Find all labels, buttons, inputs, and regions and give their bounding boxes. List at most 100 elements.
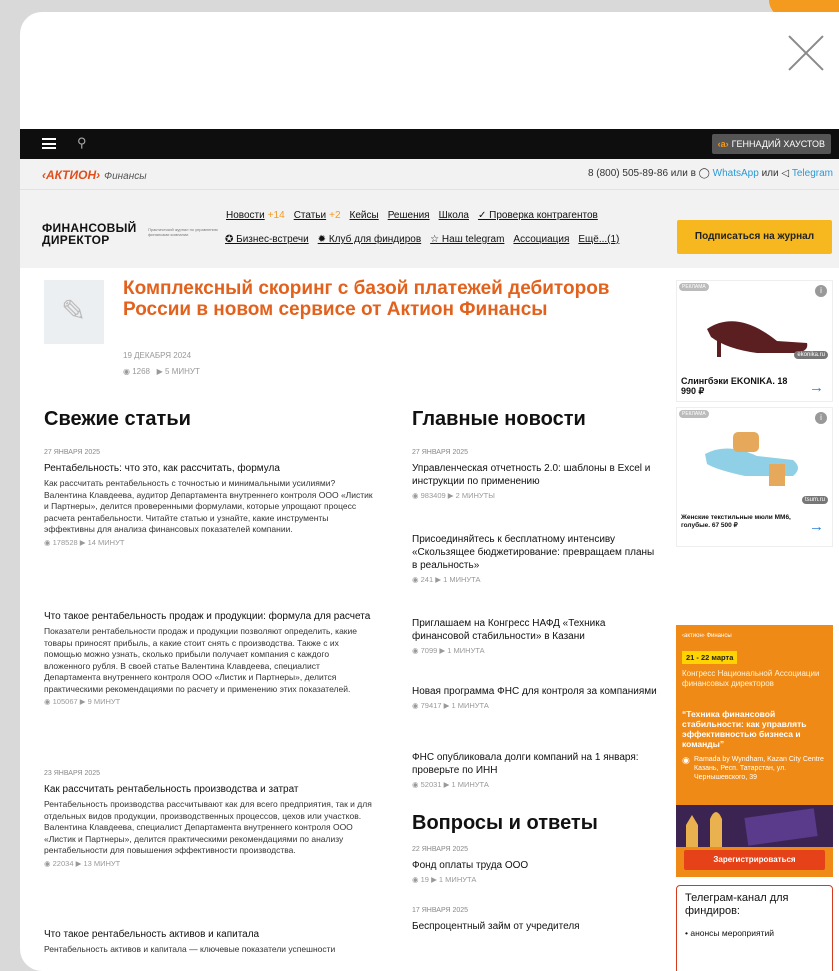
list-item[interactable]: 23 ЯНВАРЯ 2025 Как рассчитать рентабельно…: [44, 770, 374, 868]
item-date: 27 ЯНВАРЯ 2025: [44, 449, 101, 456]
views-count: 983409: [420, 491, 446, 500]
read-time: 14 МИНУТ: [87, 537, 125, 547]
whatsapp-link[interactable]: WhatsApp: [713, 168, 759, 179]
item-title[interactable]: Приглашаем на Конгресс НАФД «Техника фин…: [412, 617, 657, 643]
subscribe-button[interactable]: Подписаться на журнал: [677, 220, 832, 254]
nav-link[interactable]: Школа: [439, 210, 469, 221]
modal-window: ⚲ ‹a› ГЕННАДИЙ ХАУСТОВ ‹АКТИОН› Финансы 8 …: [20, 12, 839, 971]
register-button[interactable]: Зарегистрироваться: [684, 850, 825, 870]
nav-link[interactable]: Новости: [226, 210, 265, 221]
read-time: 2 МИНУТЫ: [455, 491, 495, 500]
item-desc: Как рассчитать рентабельность с точность…: [44, 478, 373, 534]
user-button[interactable]: ‹a› ГЕННАДИЙ ХАУСТОВ: [711, 134, 831, 154]
nav-link[interactable]: ☆ Наш telegram: [430, 234, 504, 245]
top-bar: ⚲ ‹a› ГЕННАДИЙ ХАУСТОВ: [20, 129, 839, 159]
item-title[interactable]: Новая программа ФНС для контроля за комп…: [412, 685, 657, 698]
arrow-right-icon[interactable]: →: [809, 379, 824, 396]
read-time: 1 МИНУТА: [438, 875, 477, 884]
item-stats: ◉ 52031 ▶ 1 МИНУТА: [412, 780, 489, 789]
nav-link[interactable]: Ассоциация: [513, 234, 569, 245]
search-icon[interactable]: ⚲: [77, 135, 87, 151]
arrow-right-icon[interactable]: →: [809, 518, 824, 535]
item-desc: Рентабельность активов и капитала — ключ…: [44, 944, 336, 954]
list-item[interactable]: Новая программа ФНС для контроля за комп…: [412, 685, 657, 710]
list-item[interactable]: Присоединяйтесь к бесплатному интенсиву …: [412, 533, 657, 584]
ad-card-1[interactable]: РЕКЛАМА i ekonika.ru Слингбэки EKONIKA. …: [676, 280, 833, 402]
nav-count: +14: [267, 210, 285, 221]
item-stats: ◉ 7099 ▶ 1 МИНУТА: [412, 646, 485, 655]
item-title[interactable]: Присоединяйтесь к бесплатному интенсиву …: [412, 533, 657, 572]
item-title[interactable]: Как рассчитать рентабельность производст…: [44, 783, 374, 796]
logo-subtitle: Практический журнал по управлению финанс…: [148, 227, 218, 237]
item-title[interactable]: ФНС опубликовала долги компаний на 1 янв…: [412, 751, 657, 777]
list-item[interactable]: ФНС опубликовала долги компаний на 1 янв…: [412, 751, 657, 789]
item-title[interactable]: Что такое рентабельность продаж и продук…: [44, 610, 374, 623]
list-item[interactable]: 27 ЯНВАРЯ 2025 Рентабельность: что это, к…: [44, 449, 374, 547]
views-count: 79417: [420, 701, 442, 710]
item-desc: Рентабельность производства рассчитывают…: [44, 799, 372, 855]
item-title[interactable]: Беспроцентный займ от учредителя: [412, 920, 657, 933]
list-item[interactable]: 27 ЯНВАРЯ 2025 Управленческая отчетность …: [412, 449, 657, 500]
menu-icon[interactable]: [42, 138, 56, 149]
shoe-image: [705, 432, 798, 486]
telegram-link[interactable]: Telegram: [792, 168, 833, 179]
read-time: 1 МИНУТА: [443, 575, 481, 584]
ad-title: Женские текстильные мюли ММ6, голубые. 6…: [681, 514, 791, 529]
banner-dates: 21 - 22 марта: [682, 651, 738, 664]
item-title[interactable]: Фонд оплаты труда ООО: [412, 859, 657, 872]
info-icon[interactable]: i: [815, 412, 827, 424]
site-logo[interactable]: ФИНАНСОВЫЙ ДИРЕКТОР: [42, 222, 137, 246]
item-stats: ◉ 178528 ▶ 14 МИНУТ: [44, 537, 125, 547]
list-item[interactable]: Что такое рентабельность продаж и продук…: [44, 610, 374, 706]
list-item[interactable]: Приглашаем на Конгресс НАФД «Техника фин…: [412, 617, 657, 655]
nav-link[interactable]: Статьи: [294, 210, 326, 221]
fresh-heading: Свежие статьи: [44, 408, 191, 430]
nav-row-2: ✪ Бизнес-встречи ✹ Клуб для финдиров ☆ Наш…: [225, 234, 628, 245]
main-nav: ФИНАНСОВЫЙ ДИРЕКТОР Практический журнал п…: [20, 190, 839, 268]
banner-place: Ramada by Wyndham, Kazan City Centre Каз…: [694, 756, 824, 781]
item-desc: Показатели рентабельности продаж и проду…: [44, 626, 357, 694]
item-title[interactable]: Управленческая отчетность 2.0: шаблоны в…: [412, 462, 657, 488]
featured-thumbnail[interactable]: [44, 280, 104, 344]
location-icon: ◉: [682, 755, 690, 765]
nav-link[interactable]: Кейсы: [350, 210, 379, 221]
ad-source: tsum.ru: [801, 496, 828, 504]
item-stats: ◉ 22034 ▶ 13 МИНУТ: [44, 858, 121, 868]
aktion-logo[interactable]: ‹АКТИОН› Финансы: [42, 168, 147, 182]
nav-link[interactable]: ✹ Клуб для финдиров: [318, 234, 422, 245]
featured-title[interactable]: Комплексный скоринг с базой платежей деб…: [123, 278, 643, 320]
views-count: 241: [420, 575, 434, 584]
telegram-title: Телеграм-канал для финдиров:: [685, 892, 789, 917]
qa-heading: Вопросы и ответы: [412, 812, 598, 834]
ad-badge: РЕКЛАМА: [679, 283, 709, 291]
views-count: 178528: [52, 537, 78, 547]
nav-link[interactable]: Решения: [388, 210, 430, 221]
list-item[interactable]: Что такое рентабельность активов и капит…: [44, 928, 374, 956]
list-item[interactable]: 22 ЯНВАРЯ 2025 Фонд оплаты труда ООО ◉ 19 …: [412, 846, 657, 884]
item-title[interactable]: Рентабельность: что это, как рассчитать,…: [44, 462, 374, 475]
item-stats: ◉ 79417 ▶ 1 МИНУТА: [412, 701, 489, 710]
whatsapp-icon[interactable]: ◯: [699, 168, 710, 179]
item-title[interactable]: Что такое рентабельность активов и капит…: [44, 928, 374, 941]
item-date: 17 ЯНВАРЯ 2025: [412, 907, 469, 914]
nav-link[interactable]: ✓ Проверка контрагентов: [478, 210, 598, 221]
info-icon[interactable]: i: [815, 285, 827, 297]
nav-link[interactable]: ✪ Бизнес-встречи: [225, 234, 309, 245]
item-date: 23 ЯНВАРЯ 2025: [44, 770, 101, 777]
read-time: 1 МИНУТА: [451, 780, 489, 789]
telegram-icon[interactable]: ◁: [781, 168, 789, 179]
congress-banner[interactable]: ‹актион› Финансы 21 - 22 марта Конгресс …: [676, 625, 833, 877]
brand-bar: ‹АКТИОН› Финансы 8 (800) 505-89-86 или в …: [20, 159, 839, 190]
read-time: 1 МИНУТА: [447, 646, 485, 655]
close-icon[interactable]: [787, 34, 825, 72]
read-time: 9 МИНУТ: [87, 697, 121, 706]
ad-badge: РЕКЛАМА: [679, 410, 709, 418]
nav-link[interactable]: Ещё...(1): [578, 234, 619, 245]
kazan-illustration: [676, 805, 833, 847]
ad-card-2[interactable]: РЕКЛАМА i tsum.ru Женские текстильные мю…: [676, 407, 833, 547]
nav-count: +2: [329, 210, 341, 221]
banner-line1: Конгресс Национальной Ассоциации финансо…: [682, 669, 820, 688]
banner-line2: “Техника финансовой стабильности: как уп…: [682, 709, 807, 749]
telegram-box[interactable]: Телеграм-канал для финдиров: • анонсы ме…: [676, 885, 833, 971]
list-item[interactable]: 17 ЯНВАРЯ 2025 Беспроцентный займ от учре…: [412, 907, 657, 936]
